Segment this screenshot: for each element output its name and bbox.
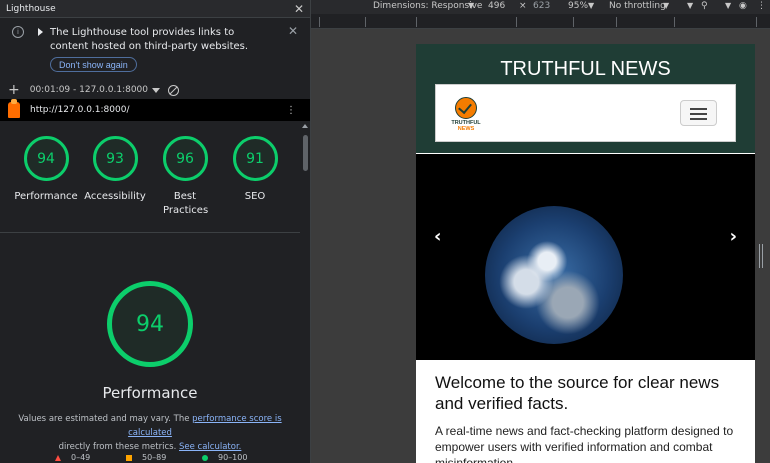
lighthouse-logo-icon xyxy=(8,99,20,118)
gauge-accessibility[interactable]: 93 Accessibility xyxy=(80,136,150,204)
score-label: Accessibility xyxy=(84,191,146,202)
report-selector[interactable]: 00:01:09 - 127.0.0.1:8000 xyxy=(30,85,148,95)
carousel-prev-button[interactable]: ‹ xyxy=(434,226,441,247)
report-url[interactable]: http://127.0.0.1:8000/ xyxy=(30,105,129,115)
score-ring: 96 xyxy=(162,136,208,181)
divider xyxy=(0,232,300,233)
pass-circle-icon xyxy=(202,454,208,461)
score-ring: 93 xyxy=(92,136,138,181)
site-navbar: TRUTHFUL NEWS xyxy=(435,84,736,142)
new-report-icon[interactable]: + xyxy=(8,82,20,98)
checkmark-icon xyxy=(455,97,477,119)
hamburger-line xyxy=(690,113,707,115)
expand-triangle-icon[interactable] xyxy=(38,28,43,36)
score-ring: 91 xyxy=(232,136,278,181)
ruler xyxy=(311,14,770,29)
ruler-tick xyxy=(365,17,366,27)
hamburger-line xyxy=(690,108,707,110)
legend-label: 90–100 xyxy=(218,453,248,462)
lighthouse-panel: Lighthouse ✕ i The Lighthouse tool provi… xyxy=(0,0,311,463)
note-prefix: Values are estimated and may vary. The xyxy=(18,414,190,424)
eye-icon[interactable]: ◉ xyxy=(739,1,747,11)
info-icon: i xyxy=(12,26,24,38)
info-text: The Lighthouse tool provides links to co… xyxy=(50,27,249,52)
height-input[interactable]: 623 xyxy=(533,1,550,11)
score-label: Performance xyxy=(14,191,78,202)
menu-toggle-button[interactable] xyxy=(680,100,717,126)
earth-image xyxy=(485,206,623,344)
resize-handle[interactable] xyxy=(759,244,764,268)
performance-title: Performance xyxy=(102,384,198,402)
close-info-icon[interactable]: ✕ xyxy=(288,24,298,38)
score-ring: 94 xyxy=(23,136,69,181)
ruler-tick xyxy=(756,17,757,27)
sensor-icon[interactable]: ⚲ xyxy=(701,1,708,11)
clear-icon[interactable] xyxy=(168,84,179,96)
chevron-down-icon[interactable]: ▼ xyxy=(468,1,474,10)
legend-average: 50–89 xyxy=(126,453,166,462)
scrollbar-thumb[interactable] xyxy=(303,135,308,171)
legend-good: 90–100 xyxy=(202,453,247,462)
times-label: × xyxy=(519,1,527,11)
score-label: SEO xyxy=(244,191,266,202)
scroll-up-icon[interactable] xyxy=(302,124,308,128)
panel-titlebar: Lighthouse ✕ xyxy=(0,0,310,18)
chevron-down-icon[interactable]: ▼ xyxy=(663,1,669,10)
gauge-seo[interactable]: 91 SEO xyxy=(220,136,290,204)
gauge-performance[interactable]: 94 Performance xyxy=(11,136,81,204)
dimensions-select[interactable]: Dimensions: Responsive xyxy=(373,1,482,11)
ruler-tick xyxy=(573,17,574,27)
carousel-next-button[interactable]: › xyxy=(730,226,737,247)
note-middle: directly from these metrics. xyxy=(58,442,177,452)
see-calculator-link[interactable]: See calculator. xyxy=(179,442,241,452)
device-preview-pane: Dimensions: Responsive ▼ 496 × 623 95% ▼… xyxy=(311,0,770,463)
performance-gauge: 94 xyxy=(107,281,193,367)
logo-text-2: NEWS xyxy=(457,126,475,132)
device-toolbar: Dimensions: Responsive ▼ 496 × 623 95% ▼… xyxy=(311,0,770,14)
zoom-select[interactable]: 95% xyxy=(568,1,588,11)
score-label: Best Practices xyxy=(163,191,209,216)
dont-show-again-button[interactable]: Don't show again xyxy=(50,57,137,72)
panel-title: Lighthouse xyxy=(6,3,56,14)
more-options-icon[interactable]: ⋮ xyxy=(286,105,296,116)
scrollbar[interactable] xyxy=(304,125,310,463)
intro-paragraph: A real-time news and fact-checking platf… xyxy=(435,424,734,463)
chevron-down-icon[interactable]: ▼ xyxy=(687,1,693,10)
info-bar: i The Lighthouse tool provides links to … xyxy=(0,18,310,86)
chevron-down-icon[interactable]: ▼ xyxy=(725,1,731,10)
ruler-tick xyxy=(616,17,617,27)
ruler-tick xyxy=(516,17,517,27)
ruler-tick xyxy=(416,17,417,27)
image-carousel: ‹ › xyxy=(416,154,755,360)
hamburger-line xyxy=(690,118,707,120)
site-header: TRUTHFUL NEWS TRUTHFUL NEWS xyxy=(416,44,755,153)
chevron-down-icon[interactable] xyxy=(152,87,160,93)
website-viewport: TRUTHFUL NEWS TRUTHFUL NEWS ‹ › Welcome … xyxy=(416,44,755,463)
report-url-bar: http://127.0.0.1:8000/ ⋮ xyxy=(0,99,310,121)
welcome-heading: Welcome to the source for clear news and… xyxy=(435,373,720,413)
legend-label: 0–49 xyxy=(71,453,91,462)
site-title: TRUTHFUL NEWS xyxy=(500,58,671,80)
ruler-tick xyxy=(319,17,320,27)
fail-triangle-icon xyxy=(55,454,61,461)
average-square-icon xyxy=(126,454,132,461)
width-input[interactable]: 496 xyxy=(488,1,505,11)
performance-note: Values are estimated and may vary. The p… xyxy=(0,412,300,454)
report-toolbar: + 00:01:09 - 127.0.0.1:8000 xyxy=(0,81,310,99)
legend-poor: 0–49 xyxy=(55,453,90,462)
ruler-tick xyxy=(674,17,675,27)
more-options-icon[interactable]: ⋮ xyxy=(757,1,766,11)
throttling-select[interactable]: No throttling xyxy=(609,1,666,11)
close-panel-icon[interactable]: ✕ xyxy=(294,2,304,16)
site-logo[interactable]: TRUTHFUL NEWS xyxy=(449,97,483,132)
chevron-down-icon[interactable]: ▼ xyxy=(588,1,594,10)
legend-label: 50–89 xyxy=(142,453,167,462)
gauge-best-practices[interactable]: 96 Best Practices xyxy=(150,136,220,218)
